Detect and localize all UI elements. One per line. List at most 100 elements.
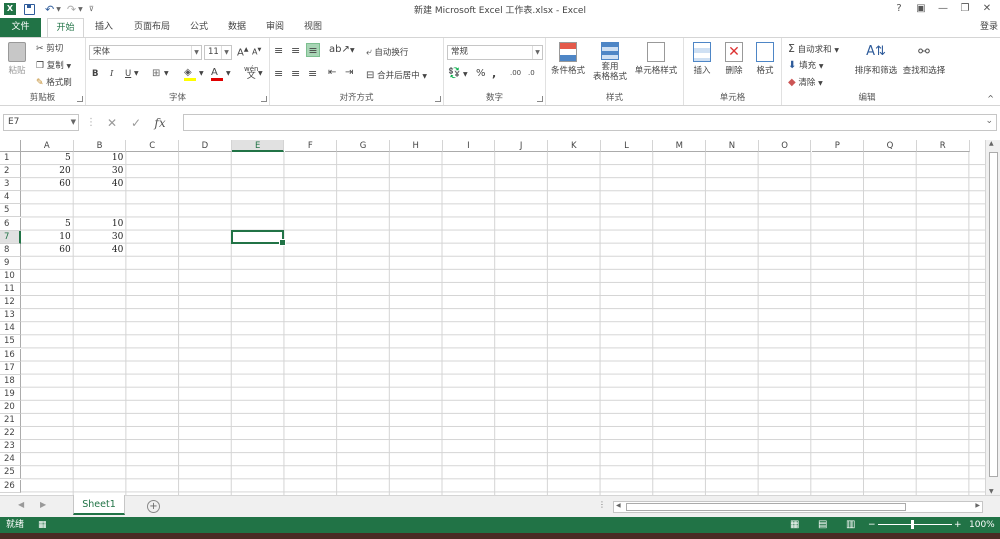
borders-icon[interactable]: ⊞	[152, 68, 160, 79]
row-header-22[interactable]: 22	[0, 427, 21, 441]
format-painter-button[interactable]: ✎ 格式刷	[36, 76, 72, 88]
scroll-up-icon[interactable]: ▲	[989, 140, 994, 147]
format-as-table-button[interactable]: 套用 表格格式	[588, 42, 632, 82]
row-header-12[interactable]: 12	[0, 296, 21, 310]
underline-dropdown-icon[interactable]: ▼	[134, 70, 139, 77]
column-header-d[interactable]: D	[179, 140, 232, 152]
row-header-23[interactable]: 23	[0, 440, 21, 454]
italic-button[interactable]: I	[110, 69, 113, 79]
clipboard-launcher-icon[interactable]	[77, 96, 83, 102]
row-header-16[interactable]: 16	[0, 348, 21, 362]
formula-input[interactable]: ⌄	[183, 114, 997, 131]
paste-button[interactable]: 粘贴	[4, 42, 30, 76]
tab-file[interactable]: 文件	[0, 18, 41, 37]
format-cells-button[interactable]: 格式	[750, 42, 780, 76]
shrink-font-button[interactable]: A▼	[252, 47, 261, 57]
cell-b1[interactable]: 10	[74, 152, 127, 165]
decrease-indent-icon[interactable]: ⇤	[328, 67, 336, 78]
horizontal-scrollbar[interactable]: ◀ ▶	[613, 501, 983, 513]
underline-button[interactable]: U	[125, 69, 131, 79]
minimize-button[interactable]: —	[932, 0, 954, 18]
tab-page-layout[interactable]: 页面布局	[128, 18, 176, 37]
cell-b6[interactable]: 10	[74, 218, 127, 231]
row-header-21[interactable]: 21	[0, 414, 21, 428]
align-left-icon[interactable]: ≡	[274, 67, 283, 80]
tab-split-grip-icon[interactable]: ⋮	[598, 500, 606, 509]
font-size-dropdown-icon[interactable]: ▼	[221, 46, 231, 59]
add-sheet-button[interactable]: +	[147, 500, 160, 513]
column-header-m[interactable]: M	[653, 140, 707, 152]
sort-filter-button[interactable]: A⇅ 排序和筛选	[852, 42, 900, 76]
column-header-f[interactable]: F	[284, 140, 338, 152]
sheet-prev-icon[interactable]: ◀	[18, 500, 24, 509]
cell-a2[interactable]: 20	[21, 165, 74, 178]
vertical-scroll-thumb[interactable]	[989, 152, 998, 477]
fill-color-dropdown-icon[interactable]: ▼	[199, 70, 204, 77]
name-box-dropdown-icon[interactable]: ▼	[71, 115, 76, 130]
name-box[interactable]: E7 ▼	[3, 114, 79, 131]
row-header-9[interactable]: 9	[0, 256, 21, 270]
grow-font-button[interactable]: A▲	[237, 46, 248, 58]
column-header-k[interactable]: K	[548, 140, 601, 152]
fill-color-button[interactable]: ◈	[184, 67, 196, 81]
tab-insert[interactable]: 插入	[90, 18, 118, 37]
collapse-ribbon-icon[interactable]: ^	[987, 94, 994, 103]
row-header-6[interactable]: 6	[0, 217, 21, 231]
row-header-20[interactable]: 20	[0, 400, 21, 414]
ribbon-display-button[interactable]: ▣	[910, 0, 932, 18]
number-launcher-icon[interactable]	[537, 96, 543, 102]
tab-review[interactable]: 审阅	[261, 18, 289, 37]
column-header-r[interactable]: R	[916, 140, 970, 152]
horizontal-scroll-thumb[interactable]	[626, 503, 906, 511]
font-name-dropdown-icon[interactable]: ▼	[191, 46, 201, 59]
row-header-19[interactable]: 19	[0, 387, 21, 401]
delete-cells-button[interactable]: ✕ 删除	[718, 42, 750, 76]
row-header-11[interactable]: 11	[0, 283, 21, 297]
number-format-combo[interactable]: 常规 ▼	[447, 45, 543, 60]
vertical-scrollbar[interactable]: ▲ ▼	[985, 140, 1000, 495]
cell-a7[interactable]: 10	[21, 231, 74, 244]
row-header-14[interactable]: 14	[0, 322, 21, 336]
zoom-out-button[interactable]: −	[868, 517, 876, 533]
align-bottom-icon[interactable]: ≡	[306, 43, 320, 57]
row-header-25[interactable]: 25	[0, 466, 21, 480]
row-header-1[interactable]: 1	[0, 152, 21, 166]
row-header-26[interactable]: 26	[0, 479, 21, 493]
cell-area[interactable]: 5 10 20 30 60 40 5 10 10 30 60 40	[21, 152, 985, 495]
column-header-b[interactable]: B	[73, 140, 127, 152]
column-header-j[interactable]: J	[495, 140, 548, 152]
row-header-24[interactable]: 24	[0, 453, 21, 467]
font-color-dropdown-icon[interactable]: ▼	[226, 70, 231, 77]
worksheet-grid[interactable]: 5 10 20 30 60 40 5 10 10 30 60 40 ABCDEFGHIJKLMNOPQ…	[0, 140, 985, 495]
column-header-q[interactable]: Q	[864, 140, 917, 152]
normal-view-icon[interactable]: ▦	[790, 517, 799, 533]
row-header-2[interactable]: 2	[0, 165, 21, 179]
expand-formula-bar-icon[interactable]: ⌄	[985, 116, 993, 126]
zoom-level[interactable]: 100%	[969, 517, 995, 533]
row-header-17[interactable]: 17	[0, 361, 21, 375]
sign-in-link[interactable]: 登录	[980, 18, 998, 36]
merge-center-button[interactable]: ⊟ 合并后居中 ▼	[366, 69, 427, 81]
cut-button[interactable]: ✂ 剪切	[36, 42, 63, 54]
help-button[interactable]: ?	[888, 0, 910, 18]
row-header-8[interactable]: 8	[0, 243, 21, 257]
currency-icon[interactable]: 💱	[448, 68, 460, 79]
cell-styles-button[interactable]: 单元格样式	[632, 42, 680, 76]
column-header-c[interactable]: C	[126, 140, 180, 152]
enter-icon[interactable]: ✓	[124, 116, 148, 130]
cell-b3[interactable]: 40	[74, 178, 127, 191]
decrease-decimal-button[interactable]: .0	[528, 69, 535, 77]
row-header-4[interactable]: 4	[0, 191, 21, 205]
zoom-slider-thumb[interactable]	[911, 520, 914, 529]
cell-a8[interactable]: 60	[21, 244, 74, 257]
macro-record-icon[interactable]: ▦	[38, 517, 47, 533]
column-header-a[interactable]: A	[21, 140, 74, 152]
column-header-h[interactable]: H	[389, 140, 443, 152]
scroll-right-icon[interactable]: ▶	[975, 502, 980, 509]
tab-formulas[interactable]: 公式	[185, 18, 213, 37]
page-layout-view-icon[interactable]: ▤	[818, 517, 827, 533]
row-header-18[interactable]: 18	[0, 374, 21, 388]
find-select-button[interactable]: ⚯ 查找和选择	[900, 42, 948, 76]
clear-button[interactable]: ◆ 清除 ▼	[788, 76, 823, 88]
cell-a1[interactable]: 5	[21, 152, 74, 165]
